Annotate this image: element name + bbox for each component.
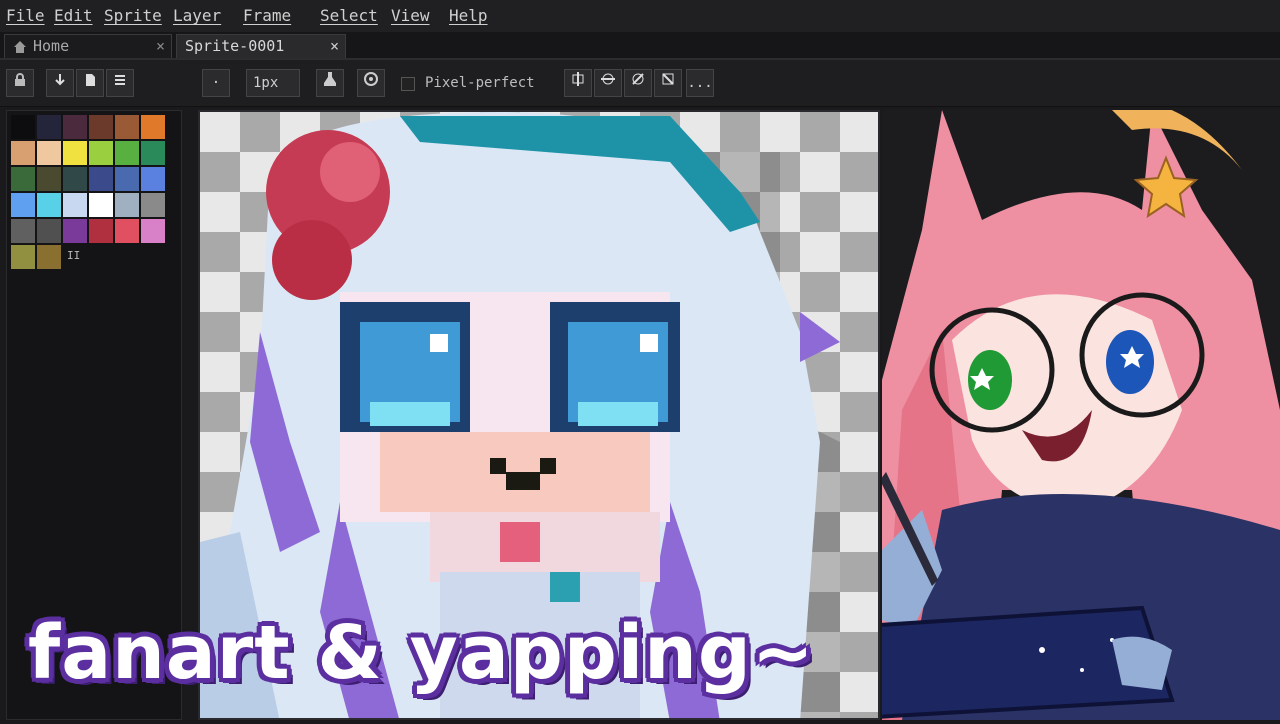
brush-type-button[interactable]: · xyxy=(202,69,230,97)
close-icon[interactable]: × xyxy=(156,37,165,55)
pixel-perfect-label: Pixel-perfect xyxy=(425,75,535,91)
symmetry-diagonal-icon xyxy=(632,73,644,85)
menu-sprite[interactable]: Sprite xyxy=(104,6,162,25)
menu-edit[interactable]: Edit xyxy=(54,6,93,25)
palette-swatch[interactable] xyxy=(37,219,61,243)
palette-swatch[interactable] xyxy=(141,219,165,243)
palette-swatch[interactable] xyxy=(89,141,113,165)
menu-layer[interactable]: Layer xyxy=(173,6,221,25)
symmetry-antidiagonal-icon xyxy=(662,73,674,85)
palette-swatch[interactable] xyxy=(89,193,113,217)
palette-swatch[interactable] xyxy=(115,115,139,139)
palette-swatch[interactable] xyxy=(11,193,35,217)
opacity-icon xyxy=(364,72,378,86)
palette-swatch[interactable] xyxy=(37,141,61,165)
streamer-avatar-panel xyxy=(799,98,1280,723)
symmetry-horizontal-icon xyxy=(601,73,615,85)
menu-help[interactable]: Help xyxy=(449,6,488,25)
pixel-perfect-checkbox[interactable] xyxy=(401,77,415,91)
palette-swatch[interactable] xyxy=(141,141,165,165)
menu-view[interactable]: View xyxy=(391,6,430,25)
palette-swatch[interactable] xyxy=(63,219,87,243)
tab-home[interactable]: Home × xyxy=(4,34,172,58)
ink-button[interactable] xyxy=(316,69,344,97)
arrow-down-icon xyxy=(55,74,65,86)
tab-sprite[interactable]: Sprite-0001 × xyxy=(176,34,346,58)
close-icon[interactable]: × xyxy=(330,37,339,55)
palette-swatch[interactable] xyxy=(11,219,35,243)
palette-swatch[interactable] xyxy=(11,115,35,139)
palette-swatch[interactable] xyxy=(11,141,35,165)
list-button[interactable] xyxy=(106,69,134,97)
symmetry-antidiag-button[interactable] xyxy=(654,69,682,97)
palette-swatch[interactable] xyxy=(141,115,165,139)
palette-swatch[interactable] xyxy=(37,245,61,269)
ink-icon xyxy=(324,72,336,86)
symmetry-v-button[interactable] xyxy=(564,69,592,97)
menu-bar: File Edit Sprite Layer Frame Select View… xyxy=(0,0,1280,33)
palette-swatch[interactable] xyxy=(115,193,139,217)
file-icon xyxy=(86,74,95,86)
symmetry-vertical-icon xyxy=(572,72,584,86)
anime-character-illustration xyxy=(799,98,1280,723)
pause-icon[interactable]: II xyxy=(67,249,80,262)
opacity-button[interactable] xyxy=(357,69,385,97)
home-icon xyxy=(13,39,27,53)
palette-swatch[interactable] xyxy=(63,115,87,139)
symmetry-diag-button[interactable] xyxy=(624,69,652,97)
palette-swatch[interactable] xyxy=(37,115,61,139)
video-title-overlay: fanart & yapping~ xyxy=(28,610,815,696)
palette-swatch[interactable] xyxy=(63,167,87,191)
palette-swatch[interactable] xyxy=(141,167,165,191)
palette-swatch[interactable] xyxy=(63,141,87,165)
brush-size-field[interactable]: 1px xyxy=(246,69,300,97)
new-file-button[interactable] xyxy=(76,69,104,97)
palette-swatch[interactable] xyxy=(89,167,113,191)
menu-select[interactable]: Select xyxy=(320,6,378,25)
tab-bar: Home × Sprite-0001 × xyxy=(0,32,1280,60)
palette-swatch[interactable] xyxy=(89,219,113,243)
lock-icon xyxy=(15,73,25,86)
menu-file[interactable]: File xyxy=(6,6,45,25)
lock-button[interactable] xyxy=(6,69,34,97)
menu-frame[interactable]: Frame xyxy=(243,6,291,25)
download-button[interactable] xyxy=(46,69,74,97)
palette-swatch[interactable] xyxy=(141,193,165,217)
palette-swatch[interactable] xyxy=(11,245,35,269)
tab-label: Home xyxy=(33,37,70,55)
palette-swatch[interactable] xyxy=(37,193,61,217)
symmetry-h-button[interactable] xyxy=(594,69,622,97)
more-button[interactable]: ... xyxy=(686,69,714,97)
tab-label: Sprite-0001 xyxy=(185,37,285,55)
palette-swatch[interactable] xyxy=(115,141,139,165)
palette-swatch[interactable] xyxy=(11,167,35,191)
palette-swatch[interactable] xyxy=(37,167,61,191)
palette-swatch[interactable] xyxy=(115,219,139,243)
palette-swatch[interactable] xyxy=(115,167,139,191)
palette-swatch[interactable] xyxy=(63,193,87,217)
palette-swatch[interactable] xyxy=(89,115,113,139)
toolbar: · 1px Pixel-perfect ... xyxy=(0,60,1280,107)
list-icon xyxy=(115,75,125,85)
